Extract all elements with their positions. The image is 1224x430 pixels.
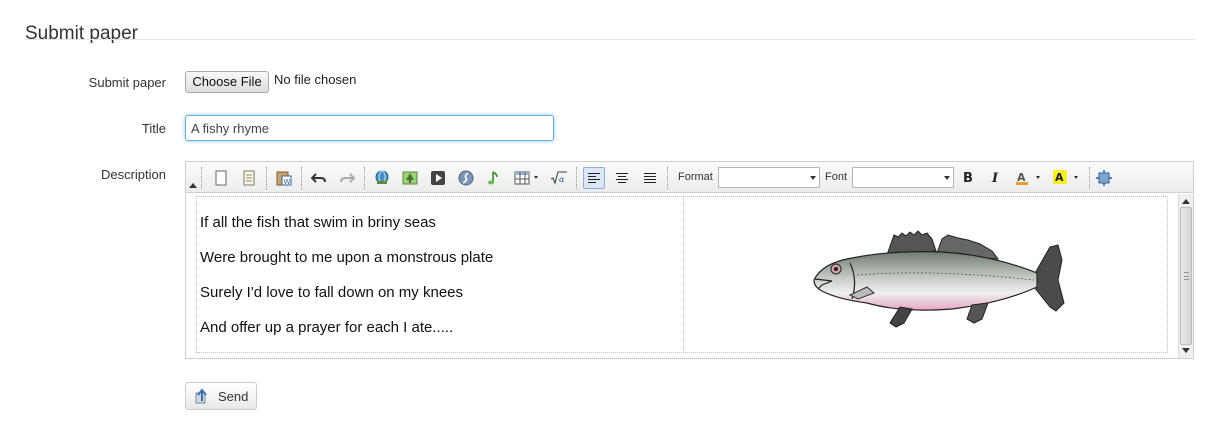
- title-label: Title: [141, 121, 166, 136]
- font-label: Font: [825, 171, 848, 183]
- file-status-text: No file chosen: [274, 72, 357, 87]
- editor-content-area[interactable]: If all the fish that swim in briny seas …: [186, 194, 1178, 358]
- video-icon[interactable]: [427, 167, 449, 189]
- table-cell-divider: [683, 197, 684, 352]
- svg-text:A: A: [1055, 171, 1064, 184]
- send-button-label: Send: [218, 388, 249, 404]
- toolbar-separator: [576, 167, 578, 189]
- svg-text:α: α: [559, 175, 565, 184]
- toolbar-separator: [201, 167, 203, 189]
- align-left-icon[interactable]: [583, 167, 605, 189]
- send-arrow-icon: [195, 388, 207, 404]
- toolbar-collapse-icon[interactable]: [189, 183, 197, 188]
- fish-illustration: [813, 230, 1065, 328]
- text-color-dropdown-arrow-icon[interactable]: [1036, 176, 1040, 179]
- format-label: Format: [678, 171, 713, 183]
- scroll-down-icon[interactable]: [1182, 348, 1190, 353]
- editor-toolbar: W α Format Font B I A A: [186, 162, 1193, 193]
- redo-icon[interactable]: [336, 167, 358, 189]
- scroll-thumb[interactable]: [1180, 207, 1192, 345]
- link-icon[interactable]: [371, 167, 393, 189]
- bold-icon[interactable]: B: [957, 167, 979, 189]
- svg-text:W: W: [284, 178, 291, 186]
- paste-from-word-icon[interactable]: W: [273, 167, 295, 189]
- toolbar-separator: [1089, 167, 1091, 189]
- new-page-icon[interactable]: [210, 167, 232, 189]
- audio-icon[interactable]: [483, 167, 505, 189]
- rich-text-editor: W α Format Font B I A A If all the fish …: [185, 161, 1194, 359]
- poem-line: Were brought to me upon a monstrous plat…: [200, 249, 494, 266]
- background-color-dropdown-arrow-icon[interactable]: [1074, 176, 1078, 179]
- align-center-icon[interactable]: [611, 167, 633, 189]
- poem-line: And offer up a prayer for each I ate....…: [200, 319, 454, 336]
- table-dropdown-arrow-icon[interactable]: [534, 176, 538, 179]
- chevron-down-icon: [810, 176, 816, 180]
- flash-icon[interactable]: [455, 167, 477, 189]
- poem-line: If all the fish that swim in briny seas: [200, 214, 436, 231]
- file-label: Submit paper: [88, 75, 166, 90]
- description-label: Description: [100, 167, 166, 182]
- toolbar-separator: [301, 167, 303, 189]
- page-title: Submit paper: [25, 22, 139, 44]
- toolbar-separator: [667, 167, 669, 189]
- math-icon[interactable]: α: [548, 167, 570, 189]
- title-input[interactable]: [185, 115, 554, 141]
- format-select[interactable]: [718, 167, 820, 188]
- content-table: If all the fish that swim in briny seas …: [196, 196, 1168, 353]
- scroll-grip-icon: [1184, 272, 1189, 280]
- justify-icon[interactable]: [639, 167, 661, 189]
- maximize-icon[interactable]: [1093, 167, 1115, 189]
- scroll-up-icon[interactable]: [1182, 199, 1190, 204]
- image-icon[interactable]: [399, 167, 421, 189]
- toolbar-separator: [364, 167, 366, 189]
- toolbar-separator: [266, 167, 268, 189]
- undo-icon[interactable]: [308, 167, 330, 189]
- editor-scrollbar[interactable]: [1178, 194, 1193, 358]
- poem-line: Surely I'd love to fall down on my knees: [200, 284, 463, 301]
- choose-file-button[interactable]: Choose File: [185, 71, 269, 93]
- send-button[interactable]: Send: [185, 382, 257, 410]
- chevron-down-icon: [944, 176, 950, 180]
- templates-icon[interactable]: [238, 167, 260, 189]
- font-select[interactable]: [852, 167, 954, 188]
- title-divider: [25, 39, 1195, 40]
- italic-icon[interactable]: I: [984, 167, 1006, 189]
